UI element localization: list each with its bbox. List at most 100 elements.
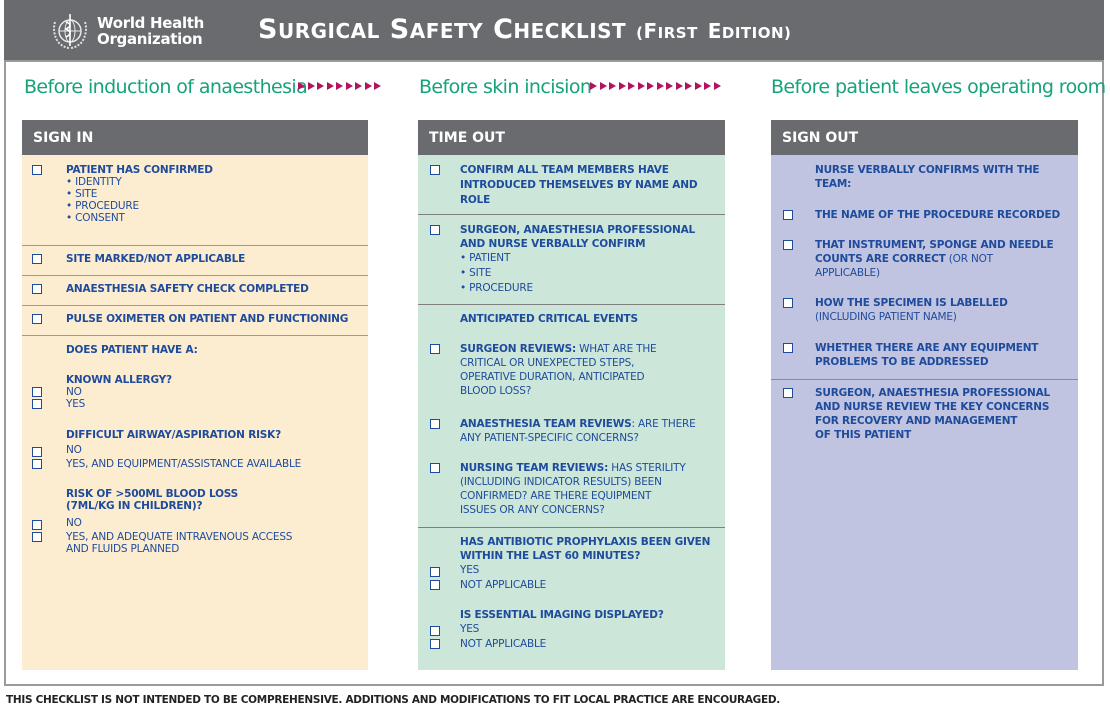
- phase-arrow-icon: [609, 82, 616, 90]
- item-pulse-oximeter: PULSE OXIMETER ON PATIENT AND FUNCTIONIN…: [66, 313, 349, 325]
- divider: [22, 245, 368, 246]
- sign-in-body: PATIENT HAS CONFIRMED • IDENTITY • SITE …: [22, 155, 368, 670]
- question-intro: DOES PATIENT HAVE A:: [66, 344, 198, 356]
- phase-arrow-icon: [599, 82, 607, 90]
- item-key-concerns-2: AND NURSE REVIEW THE KEY CONCERNS: [815, 401, 1050, 413]
- checkbox-allergy-yes[interactable]: [32, 399, 42, 409]
- anaesthesia-reviews-bold: ANAESTHESIA TEAM REVIEWS: [460, 418, 632, 430]
- phase-arrows-2: [590, 82, 721, 90]
- item-team-introduced-3: ROLE: [460, 194, 491, 206]
- checkbox-imaging-na[interactable]: [430, 639, 440, 649]
- surgeon-reviews-bold: SURGEON REVIEWS:: [460, 343, 576, 355]
- item-surgeon-reviews: SURGEON REVIEWS: WHAT ARE THE: [460, 343, 657, 355]
- bullet-site: • SITE: [66, 188, 98, 200]
- sign-out-column: SIGN OUT NURSE VERBALLY CONFIRMS WITH TH…: [771, 120, 1078, 670]
- question-airway: DIFFICULT AIRWAY/ASPIRATION RISK?: [66, 429, 281, 441]
- checkbox-antibiotic-yes[interactable]: [430, 567, 440, 577]
- divider: [22, 305, 368, 306]
- anticipated-events-title: ANTICIPATED CRITICAL EVENTS: [460, 313, 638, 325]
- option-allergy-yes: YES: [66, 398, 86, 410]
- question-antibiotic-2: WITHIN THE LAST 60 MINUTES?: [460, 550, 641, 562]
- checkbox-equipment-problems[interactable]: [783, 343, 793, 353]
- question-blood-loss-2: (7ML/KG IN CHILDREN)?: [66, 500, 203, 512]
- checkbox-nursing-reviews[interactable]: [430, 463, 440, 473]
- nursing-reviews-text: HAS STERILITY: [608, 462, 686, 474]
- checkbox-counts-correct[interactable]: [783, 240, 793, 250]
- checkbox-airway-no[interactable]: [32, 447, 42, 457]
- checkbox-pulse-oximeter[interactable]: [32, 314, 42, 324]
- counts-correct-normal: (OR NOT: [945, 253, 993, 265]
- time-out-column: TIME OUT CONFIRM ALL TEAM MEMBERS HAVE I…: [418, 120, 725, 670]
- checkbox-allergy-no[interactable]: [32, 387, 42, 397]
- option-imaging-yes: YES: [460, 623, 480, 635]
- phase-arrow-icon: [618, 82, 626, 90]
- phase-arrow-icon: [317, 82, 324, 90]
- item-key-concerns-3: FOR RECOVERY AND MANAGEMENT: [815, 415, 1018, 427]
- checkbox-airway-yes[interactable]: [32, 459, 42, 469]
- checkbox-team-introduced[interactable]: [430, 165, 440, 175]
- checkbox-blood-loss-yes[interactable]: [32, 532, 42, 542]
- checkbox-anaesthesia-reviews[interactable]: [430, 419, 440, 429]
- checkbox-antibiotic-na[interactable]: [430, 580, 440, 590]
- question-blood-loss: RISK OF >500ML BLOOD LOSS: [66, 488, 239, 500]
- checkbox-imaging-yes[interactable]: [430, 626, 440, 636]
- checkbox-surgeon-reviews[interactable]: [430, 344, 440, 354]
- time-out-body: CONFIRM ALL TEAM MEMBERS HAVE INTRODUCED…: [418, 155, 725, 670]
- item-procedure-recorded: THE NAME OF THE PROCEDURE RECORDED: [815, 209, 1061, 221]
- phase-arrow-icon: [336, 82, 343, 90]
- option-blood-loss-no: NO: [66, 517, 82, 529]
- item-team-introduced-2: INTRODUCED THEMSELVES BY NAME AND: [460, 179, 698, 191]
- item-anaesthesia-reviews: ANAESTHESIA TEAM REVIEWS: ARE THERE: [460, 418, 696, 430]
- bullet-site: • SITE: [460, 267, 492, 279]
- phase-arrow-icon: [355, 82, 362, 90]
- item-key-concerns-4: OF THIS PATIENT: [815, 429, 912, 441]
- item-counts-correct-3: APPLICABLE): [815, 267, 880, 279]
- option-airway-yes: YES, AND EQUIPMENT/ASSISTANCE AVAILABLE: [66, 458, 302, 470]
- item-equipment-problems: WHETHER THERE ARE ANY EQUIPMENT: [815, 342, 1039, 354]
- phase-before-incision: Before skin incision: [419, 76, 592, 98]
- item-anaesthesia-check: ANAESTHESIA SAFETY CHECK COMPLETED: [66, 283, 309, 295]
- checkbox-procedure-recorded[interactable]: [783, 210, 793, 220]
- divider: [771, 379, 1078, 380]
- nursing-reviews-bold: NURSING TEAM REVIEWS:: [460, 462, 609, 474]
- option-airway-no: NO: [66, 444, 82, 456]
- phase-arrow-icon: [675, 82, 683, 90]
- phase-arrow-icon: [628, 82, 635, 90]
- phase-arrow-icon: [298, 82, 305, 90]
- phase-row: Before induction of anaesthesia Before s…: [0, 76, 1110, 102]
- divider: [418, 214, 725, 215]
- item-specimen-labelled: HOW THE SPECIMEN IS LABELLED: [815, 297, 1008, 309]
- item-key-concerns: SURGEON, ANAESTHESIA PROFESSIONAL: [815, 387, 1051, 399]
- time-out-header: TIME OUT: [418, 120, 725, 155]
- phase-arrow-icon: [713, 82, 721, 90]
- option-imaging-na: NOT APPLICABLE: [460, 638, 547, 650]
- checkbox-site-marked[interactable]: [32, 254, 42, 264]
- bullet-identity: • IDENTITY: [66, 176, 122, 188]
- header-bar: World Health Organization SURGICAL SAFET…: [4, 0, 1104, 62]
- divider: [418, 304, 725, 305]
- counts-correct-bold: COUNTS ARE CORRECT: [815, 253, 946, 265]
- surgeon-reviews-text: WHAT ARE THE: [575, 343, 657, 355]
- title-edition: (FIRST EDITION): [636, 19, 792, 43]
- checkbox-anaesthesia-check[interactable]: [32, 284, 42, 294]
- who-name-line2: Organization: [97, 30, 203, 48]
- item-specimen-labelled-2: (INCLUDING PATIENT NAME): [815, 311, 957, 323]
- checkbox-patient-confirmed[interactable]: [32, 165, 42, 175]
- nursing-reviews-line4: ISSUES OR ANY CONCERNS?: [460, 504, 605, 516]
- checkbox-key-concerns[interactable]: [783, 388, 793, 398]
- who-emblem-icon: [53, 14, 87, 49]
- surgeon-reviews-line2: CRITICAL OR UNEXPECTED STEPS,: [460, 357, 635, 369]
- bullet-procedure: • PROCEDURE: [66, 200, 139, 212]
- checkbox-specimen-labelled[interactable]: [783, 298, 793, 308]
- nurse-confirms-intro-2: TEAM:: [815, 178, 852, 190]
- item-verbally-confirm: SURGEON, ANAESTHESIA PROFESSIONAL: [460, 224, 696, 236]
- option-antibiotic-yes: YES: [460, 564, 480, 576]
- checkbox-blood-loss-no[interactable]: [32, 520, 42, 530]
- question-imaging: IS ESSENTIAL IMAGING DISPLAYED?: [460, 609, 664, 621]
- checkbox-verbally-confirm[interactable]: [430, 225, 440, 235]
- divider: [22, 335, 368, 336]
- phase-arrow-icon: [374, 82, 381, 90]
- item-site-marked: SITE MARKED/NOT APPLICABLE: [66, 253, 246, 265]
- item-patient-confirmed: PATIENT HAS CONFIRMED: [66, 164, 213, 176]
- item-verbally-confirm-2: AND NURSE VERBALLY CONFIRM: [460, 238, 646, 250]
